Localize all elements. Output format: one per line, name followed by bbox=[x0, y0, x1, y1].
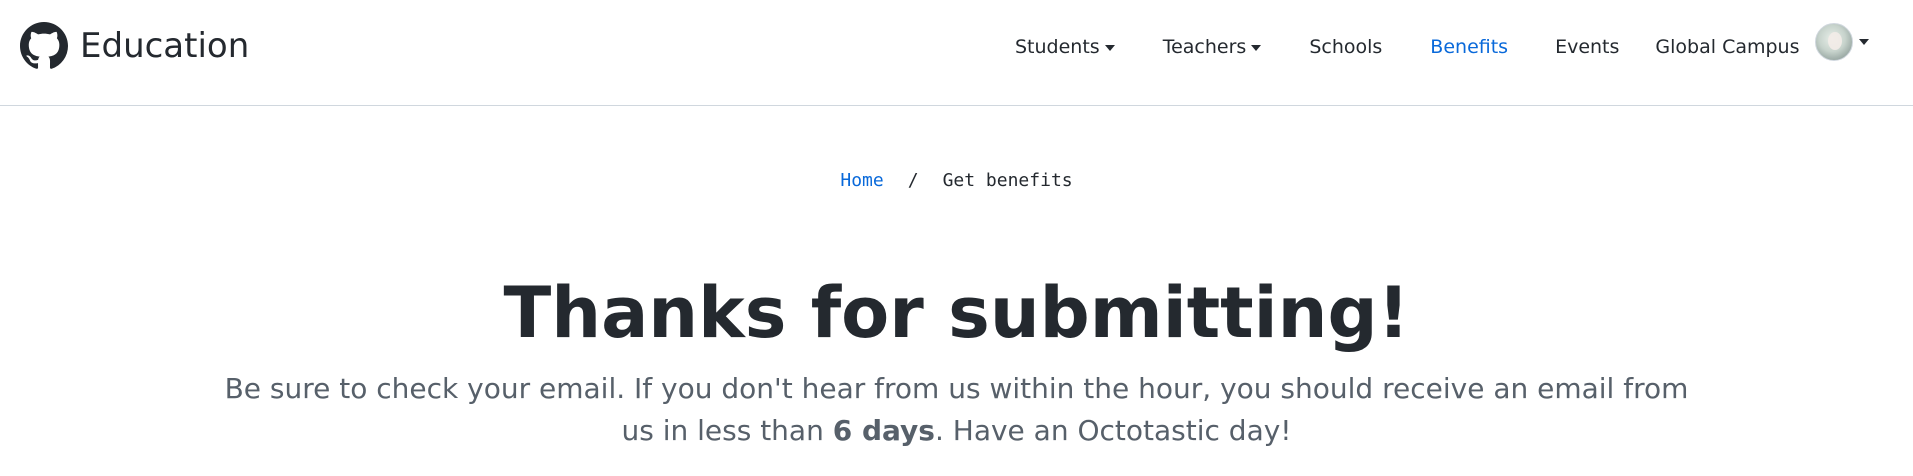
confirmation-message: Be sure to check your email. If you don'… bbox=[210, 368, 1703, 452]
nav-events[interactable]: Events bbox=[1555, 30, 1619, 64]
breadcrumb-current: Get benefits bbox=[942, 170, 1073, 191]
brand-title: Education bbox=[80, 26, 250, 66]
site-header: Education Students Teachers Schools Bene… bbox=[0, 0, 1913, 106]
main-nav: Students Teachers Schools Benefits Event… bbox=[1010, 30, 1800, 64]
avatar bbox=[1815, 23, 1853, 61]
breadcrumb: Home / Get benefits bbox=[0, 170, 1913, 191]
nav-schools[interactable]: Schools bbox=[1309, 30, 1382, 64]
message-text-end: . Have an Octotastic day! bbox=[934, 414, 1292, 447]
nav-teachers[interactable]: Teachers bbox=[1163, 30, 1262, 64]
nav-benefits[interactable]: Benefits bbox=[1430, 30, 1508, 64]
nav-global-campus[interactable]: Global Campus bbox=[1655, 30, 1799, 64]
breadcrumb-separator: / bbox=[907, 170, 919, 191]
nav-benefits-label: Benefits bbox=[1430, 36, 1509, 58]
message-duration: 6 days bbox=[832, 414, 935, 447]
nav-schools-label: Schools bbox=[1309, 36, 1383, 58]
nav-global-campus-label: Global Campus bbox=[1655, 36, 1800, 58]
brand-link[interactable]: Education bbox=[20, 22, 249, 70]
caret-down-icon bbox=[1251, 45, 1262, 51]
caret-down-icon bbox=[1104, 45, 1115, 51]
nav-students[interactable]: Students bbox=[1015, 30, 1115, 64]
nav-events-label: Events bbox=[1555, 36, 1620, 58]
caret-down-icon bbox=[1859, 39, 1869, 45]
github-octocat-icon bbox=[20, 22, 68, 70]
breadcrumb-home-link[interactable]: Home bbox=[840, 170, 883, 191]
nav-students-label: Students bbox=[1015, 36, 1100, 58]
user-menu[interactable] bbox=[1815, 23, 1869, 61]
nav-teachers-label: Teachers bbox=[1162, 36, 1247, 58]
page-title: Thanks for submitting! bbox=[503, 272, 1410, 354]
